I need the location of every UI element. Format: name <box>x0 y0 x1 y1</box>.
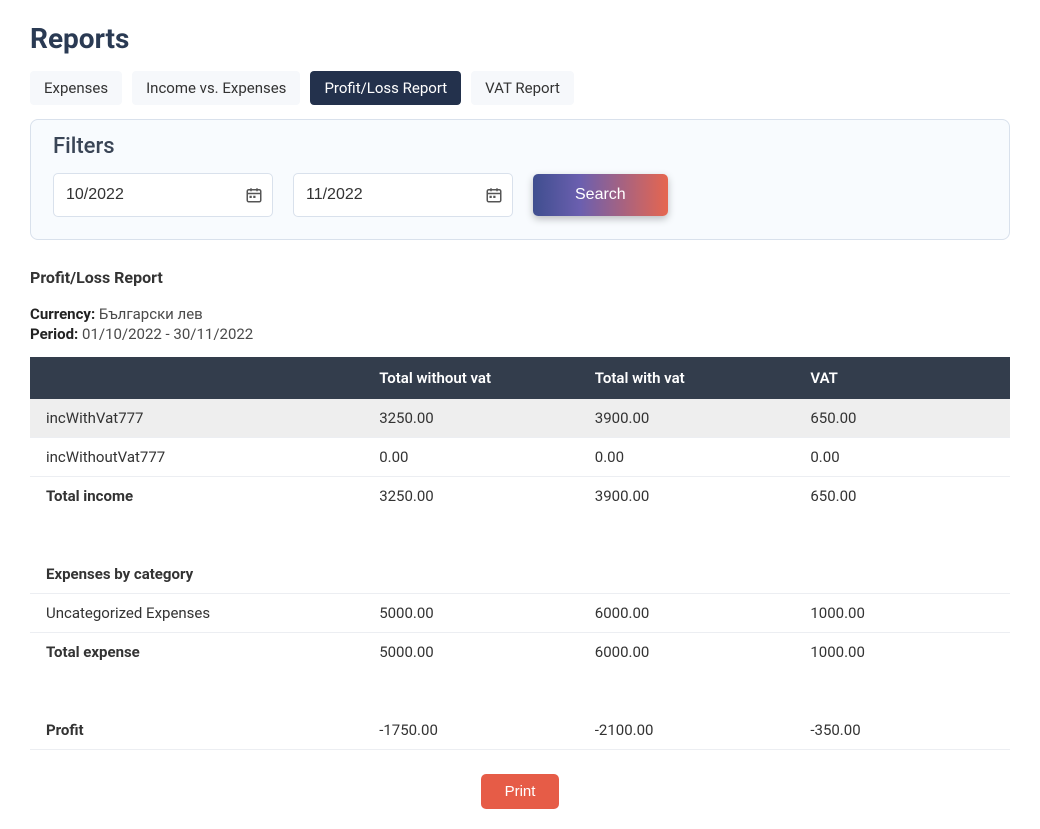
period-value: 01/10/2022 - 30/11/2022 <box>82 325 253 343</box>
tab-expenses[interactable]: Expenses <box>30 71 122 105</box>
report-title: Profit/Loss Report <box>30 268 1010 287</box>
date-to-field[interactable] <box>293 173 513 217</box>
expenses-header: Expenses by category <box>30 555 363 594</box>
period-label: Period: <box>30 325 78 343</box>
profit-row: Profit -1750.00 -2100.00 -350.00 <box>30 711 1010 750</box>
row-vat: -350.00 <box>794 711 1010 750</box>
total-expense-row: Total expense 5000.00 6000.00 1000.00 <box>30 633 1010 672</box>
row-vat: 1000.00 <box>794 633 1010 672</box>
col-label <box>30 357 363 399</box>
row-no-vat: 3250.00 <box>363 477 579 516</box>
filters-title: Filters <box>53 134 987 159</box>
row-label: incWithoutVat777 <box>30 438 363 477</box>
row-label: Total expense <box>30 633 363 672</box>
period-line: Period: 01/10/2022 - 30/11/2022 <box>30 325 1010 343</box>
row-vat: 1000.00 <box>794 594 1010 633</box>
tab-profit-loss[interactable]: Profit/Loss Report <box>310 71 461 105</box>
currency-value: Български лев <box>99 305 203 323</box>
row-no-vat: -1750.00 <box>363 711 579 750</box>
row-no-vat: 3250.00 <box>363 399 579 438</box>
row-with-vat: 3900.00 <box>579 399 795 438</box>
row-no-vat: 5000.00 <box>363 594 579 633</box>
currency-line: Currency: Български лев <box>30 305 1010 323</box>
row-with-vat: -2100.00 <box>579 711 795 750</box>
search-button[interactable]: Search <box>533 174 668 216</box>
total-income-row: Total income 3250.00 3900.00 650.00 <box>30 477 1010 516</box>
tabs: Expenses Income vs. Expenses Profit/Loss… <box>30 71 1010 105</box>
table-row: incWithoutVat777 0.00 0.00 0.00 <box>30 438 1010 477</box>
table-header-row: Total without vat Total with vat VAT <box>30 357 1010 399</box>
col-no-vat: Total without vat <box>363 357 579 399</box>
date-to-input[interactable] <box>293 173 513 217</box>
date-from-input[interactable] <box>53 173 273 217</box>
filters-panel: Filters <box>30 119 1010 240</box>
row-label: Profit <box>30 711 363 750</box>
table-row: incWithVat777 3250.00 3900.00 650.00 <box>30 399 1010 438</box>
tab-vat[interactable]: VAT Report <box>471 71 574 105</box>
date-from-field[interactable] <box>53 173 273 217</box>
row-with-vat: 6000.00 <box>579 594 795 633</box>
expenses-header-row: Expenses by category <box>30 555 1010 594</box>
row-no-vat: 5000.00 <box>363 633 579 672</box>
row-with-vat: 3900.00 <box>579 477 795 516</box>
profit-loss-table: Total without vat Total with vat VAT inc… <box>30 357 1010 750</box>
tab-income-vs-expenses[interactable]: Income vs. Expenses <box>132 71 300 105</box>
row-vat: 650.00 <box>794 477 1010 516</box>
row-with-vat: 6000.00 <box>579 633 795 672</box>
row-vat: 0.00 <box>794 438 1010 477</box>
row-with-vat: 0.00 <box>579 438 795 477</box>
table-row: Uncategorized Expenses 5000.00 6000.00 1… <box>30 594 1010 633</box>
col-vat: VAT <box>794 357 1010 399</box>
print-button[interactable]: Print <box>481 774 560 809</box>
col-with-vat: Total with vat <box>579 357 795 399</box>
row-label: Total income <box>30 477 363 516</box>
page-title: Reports <box>30 22 1010 55</box>
row-vat: 650.00 <box>794 399 1010 438</box>
row-label: Uncategorized Expenses <box>30 594 363 633</box>
row-label: incWithVat777 <box>30 399 363 438</box>
table-spacer <box>30 515 1010 555</box>
table-spacer <box>30 671 1010 711</box>
currency-label: Currency: <box>30 305 95 323</box>
row-no-vat: 0.00 <box>363 438 579 477</box>
